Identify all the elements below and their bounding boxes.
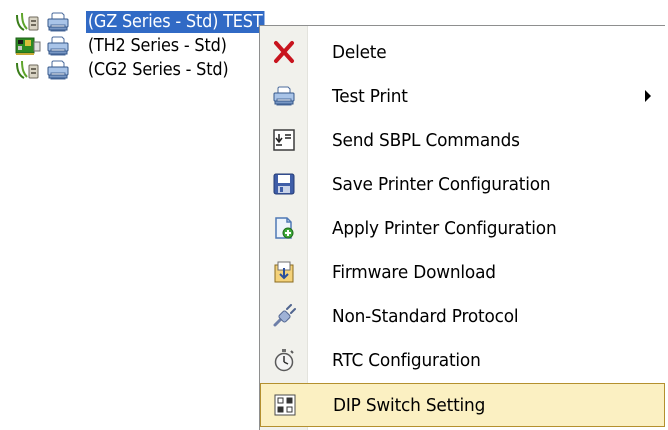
menu-item-label: RTC Configuration	[332, 349, 481, 371]
printer-tree: (GZ Series - Std) TEST (TH2 Series - Std…	[14, 10, 280, 82]
stage: (GZ Series - Std) TEST (TH2 Series - Std…	[0, 0, 668, 430]
menu-item-label: DIP Switch Setting	[333, 394, 486, 416]
apply-config-icon	[275, 217, 294, 239]
menu-item-label: Save Printer Configuration	[332, 173, 551, 195]
firmware-download-icon	[274, 261, 294, 283]
serial-cable-icon	[16, 60, 39, 79]
printer-icon	[47, 36, 69, 56]
tree-item-label: (CG2 Series - Std)	[87, 60, 229, 80]
delete-x-icon	[274, 41, 294, 63]
menu-item-label: Firmware Download	[332, 261, 496, 283]
menu-item-firmware-download[interactable]: Firmware Download	[260, 250, 665, 294]
menu-item-send-sbpl-commands[interactable]: Send SBPL Commands	[260, 118, 665, 162]
context-menu: Delete Test Print Send SBPL Commands Sav…	[259, 25, 665, 430]
tree-item-th2-series[interactable]: (TH2 Series - Std)	[14, 34, 280, 58]
tree-item-label: (TH2 Series - Std)	[87, 36, 227, 56]
network-card-icon	[15, 37, 41, 55]
menu-item-label: Test Print	[332, 85, 408, 107]
protocol-plug-icon	[273, 304, 296, 327]
printer-icon	[47, 12, 69, 32]
tree-item-cg2-series[interactable]: (CG2 Series - Std)	[14, 58, 280, 82]
save-floppy-icon	[273, 173, 295, 195]
send-commands-icon	[273, 129, 295, 151]
menu-item-rtc-configuration[interactable]: RTC Configuration	[260, 338, 665, 382]
submenu-arrow-icon	[645, 90, 651, 102]
stopwatch-icon	[274, 349, 294, 372]
tree-item-gz-series[interactable]: (GZ Series - Std) TEST	[14, 10, 280, 34]
printer-icon	[273, 86, 295, 106]
printer-icon	[47, 60, 69, 80]
menu-item-label: Apply Printer Configuration	[332, 217, 557, 239]
menu-item-non-standard-protocol[interactable]: Non-Standard Protocol	[260, 294, 665, 338]
menu-item-delete[interactable]: Delete	[260, 30, 665, 74]
menu-item-label: Send SBPL Commands	[332, 129, 520, 151]
menu-item-label: Delete	[332, 41, 387, 63]
menu-item-test-print[interactable]: Test Print	[260, 74, 665, 118]
tree-item-label: (GZ Series - Std) TEST	[86, 11, 265, 33]
serial-cable-icon	[16, 12, 39, 31]
dip-switch-icon	[274, 394, 296, 416]
menu-item-apply-printer-configuration[interactable]: Apply Printer Configuration	[260, 206, 665, 250]
menu-item-label: Non-Standard Protocol	[332, 305, 519, 327]
menu-item-dip-switch-setting[interactable]: DIP Switch Setting	[260, 383, 665, 427]
menu-item-save-printer-configuration[interactable]: Save Printer Configuration	[260, 162, 665, 206]
